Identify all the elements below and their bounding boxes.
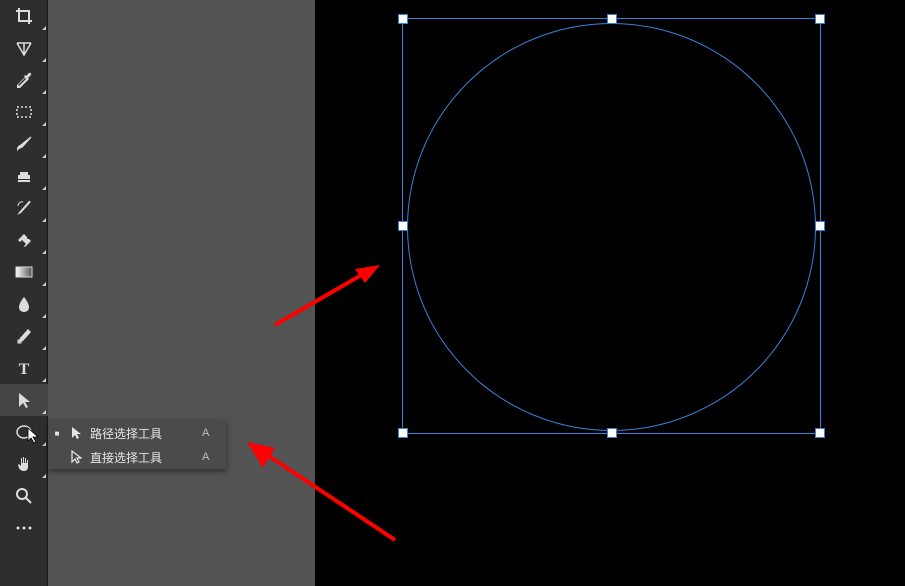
brush-tool[interactable]	[0, 128, 48, 160]
annotation-arrow-1	[265, 255, 395, 335]
eraser-tool[interactable]	[0, 224, 48, 256]
pen-tool[interactable]	[0, 320, 48, 352]
flyout-shortcut: A	[202, 451, 226, 463]
text-tool[interactable]: T	[0, 352, 48, 384]
more-options[interactable]	[0, 512, 48, 544]
direct-selection-arrow-icon	[66, 450, 86, 464]
handle-middle-left[interactable]	[398, 221, 408, 231]
svg-text:T: T	[19, 361, 30, 377]
zoom-tool[interactable]	[0, 480, 48, 512]
clone-stamp-tool[interactable]	[0, 160, 48, 192]
tool-flyout-menu: ■ 路径选择工具 A 直接选择工具 A	[48, 421, 226, 469]
eyedropper-tool[interactable]	[0, 64, 48, 96]
handle-top-middle[interactable]	[607, 14, 617, 24]
annotation-arrow-2	[235, 430, 405, 550]
crop-tool[interactable]	[0, 0, 48, 32]
toolbar: T	[0, 0, 48, 586]
flyout-item-path-selection[interactable]: ■ 路径选择工具 A	[48, 421, 226, 445]
handle-middle-right[interactable]	[815, 221, 825, 231]
flyout-indicator-icon	[42, 26, 46, 30]
slice-tool[interactable]	[0, 32, 48, 64]
handle-top-right[interactable]	[815, 14, 825, 24]
selection-bounding-box[interactable]	[402, 18, 821, 434]
ellipse-tool[interactable]	[0, 416, 48, 448]
handle-top-left[interactable]	[398, 14, 408, 24]
flyout-label: 路径选择工具	[86, 425, 202, 442]
handle-bottom-right[interactable]	[815, 428, 825, 438]
gradient-tool[interactable]	[0, 256, 48, 288]
active-marker-icon: ■	[48, 429, 66, 438]
flyout-label: 直接选择工具	[86, 449, 202, 466]
history-brush-tool[interactable]	[0, 192, 48, 224]
marquee-tool[interactable]	[0, 96, 48, 128]
handle-bottom-middle[interactable]	[607, 428, 617, 438]
flyout-item-direct-selection[interactable]: 直接选择工具 A	[48, 445, 226, 469]
path-selection-tool[interactable]	[0, 384, 48, 416]
path-selection-arrow-icon	[66, 426, 86, 440]
hand-tool[interactable]	[0, 448, 48, 480]
blur-tool[interactable]	[0, 288, 48, 320]
flyout-shortcut: A	[202, 427, 226, 439]
